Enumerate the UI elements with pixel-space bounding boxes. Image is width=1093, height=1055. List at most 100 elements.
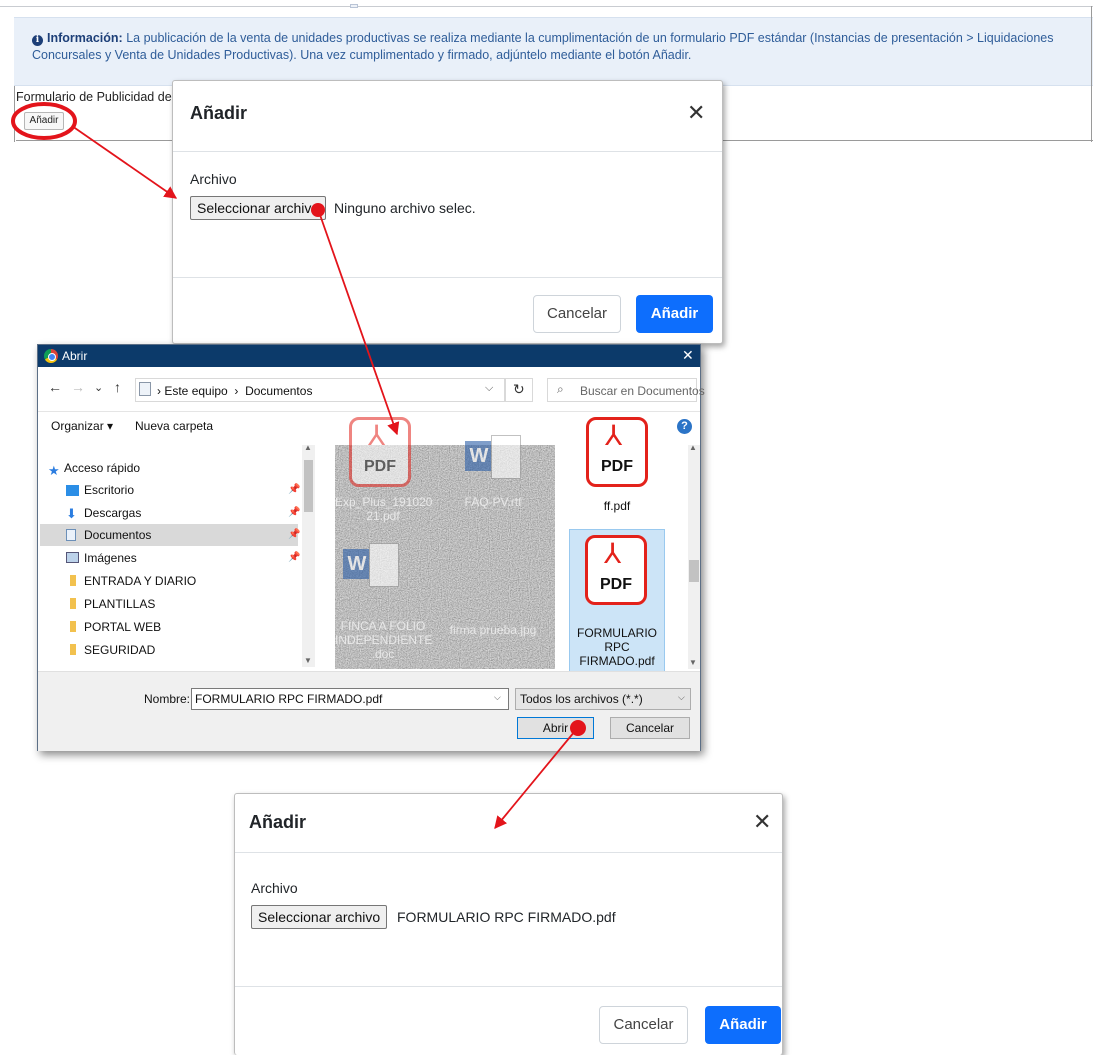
pin-icon[interactable]: 📌 (288, 524, 300, 546)
forward-arrow-icon[interactable]: → (71, 379, 85, 395)
pdf-icon: ⅄ PDF (585, 535, 647, 605)
pc-icon (139, 382, 151, 396)
navigation-pane: ★ Acceso rápido Escritorio 📌 ⬇ Descargas… (38, 441, 313, 667)
chevron-down-icon[interactable]: ⌵ (485, 382, 493, 395)
pdf-icon-label: PDF (600, 576, 632, 593)
info-alert: i Información: La publicación de la venta… (14, 17, 1093, 86)
form-label: Formulario de Publicidad de (16, 90, 172, 104)
file-field-label: Archivo (190, 171, 237, 187)
pdf-icon-label: PDF (364, 458, 396, 475)
add-modal-empty: Añadir ✕ Archivo Seleccionar archivo Nin… (172, 80, 723, 344)
info-icon: i (32, 35, 43, 46)
chrome-icon (44, 349, 58, 363)
cancel-button[interactable]: Cancelar (610, 717, 690, 739)
add-submit-button[interactable]: Añadir (705, 1006, 781, 1044)
chevron-down-icon[interactable]: ⌵ (494, 692, 501, 703)
organize-menu[interactable]: Organizar ▾ (51, 419, 113, 433)
files-scrollbar[interactable] (688, 445, 700, 669)
chevron-down-icon[interactable]: ⌵ (678, 692, 685, 703)
cancel-button[interactable]: Cancelar (533, 295, 621, 333)
modal-divider (235, 852, 782, 853)
open-file-dialog: Abrir ✕ ← → ⌄ ↑ › Este equipo › Document… (37, 344, 705, 751)
sidebar-item-images[interactable]: Imágenes 📌 (40, 547, 300, 569)
file-name-line: FIRMADO.pdf (579, 654, 655, 668)
recent-locations-icon[interactable]: ⌄ (94, 381, 103, 394)
sidebar-item-desktop[interactable]: Escritorio 📌 (40, 479, 300, 501)
sidebar-item-folder[interactable]: SEGURIDAD (40, 639, 298, 661)
add-modal-selected: Añadir ✕ Archivo Seleccionar archivo FOR… (234, 793, 783, 1055)
chevron-up-icon[interactable]: ▲ (304, 443, 312, 452)
download-icon: ⬇ (66, 506, 77, 521)
pin-icon[interactable]: 📌 (288, 479, 300, 501)
sidebar-item-documents[interactable]: Documentos 📌 (40, 524, 300, 546)
modal-title: Añadir (249, 812, 307, 832)
breadcrumb[interactable]: › Este equipo › Documentos (157, 384, 312, 398)
sidebar-item-folder[interactable]: PORTAL WEB (40, 616, 298, 638)
sidebar-item-folder[interactable]: PLANTILLAS (40, 593, 298, 615)
sidebar-item-quick-access[interactable]: ★ Acceso rápido (40, 457, 298, 479)
file-item-selected[interactable]: ⅄ PDF FORMULARIO RPC FIRMADO.pdf (569, 529, 665, 673)
sidebar-item-label: Escritorio (84, 483, 135, 497)
filename-input[interactable]: FORMULARIO RPC FIRMADO.pdf (191, 688, 509, 710)
collapse-handle-icon[interactable] (350, 4, 358, 8)
close-icon[interactable]: ✕ (753, 811, 771, 833)
file-status: FORMULARIO RPC FIRMADO.pdf (397, 909, 616, 925)
breadcrumb-item[interactable]: Documentos (245, 384, 312, 398)
file-name: FINCA A FOLIO INDEPENDIENTE .doc (335, 619, 433, 661)
sidebar-item-label: Documentos (84, 528, 152, 542)
file-field-label: Archivo (251, 880, 298, 896)
back-arrow-icon[interactable]: ← (48, 379, 62, 395)
close-icon[interactable]: ✕ (687, 102, 705, 124)
info-text: La publicación de la venta de unidades p… (32, 31, 1054, 62)
dialog-footer (38, 671, 700, 751)
new-folder-button[interactable]: Nueva carpeta (135, 419, 213, 433)
file-name: FORMULARIO RPC FIRMADO.pdf (570, 626, 664, 668)
table-border (14, 86, 15, 142)
folder-icon (70, 621, 76, 632)
filename-label: Nombre: (144, 692, 191, 706)
add-submit-button[interactable]: Añadir (636, 295, 713, 333)
chevron-down-icon[interactable]: ▼ (689, 658, 697, 667)
pdf-icon: ⅄ PDF (349, 417, 411, 487)
file-name: FAQ-PV.rtf (464, 495, 522, 509)
scrollbar-thumb[interactable] (304, 460, 313, 512)
breadcrumb-item[interactable]: Este equipo (164, 384, 227, 398)
info-label: Información: (47, 31, 123, 45)
close-icon[interactable]: ✕ (682, 347, 694, 364)
modal-divider (173, 277, 722, 278)
sidebar-item-label: Imágenes (84, 551, 137, 565)
modal-divider (235, 986, 782, 987)
chevron-up-icon[interactable]: ▲ (689, 443, 697, 452)
sidebar-item-label: Descargas (84, 506, 142, 520)
documents-icon (66, 529, 76, 541)
modal-title: Añadir (190, 103, 248, 123)
refresh-icon[interactable]: ↻ (513, 381, 525, 398)
scrollbar-thumb[interactable] (689, 560, 699, 582)
chevron-down-icon[interactable]: ▼ (304, 656, 312, 665)
pin-icon[interactable]: 📌 (288, 502, 300, 524)
desktop-icon (66, 485, 79, 496)
word-icon: W (465, 435, 521, 481)
folder-icon (70, 644, 76, 655)
open-button[interactable]: Abrir (517, 717, 594, 739)
cancel-button[interactable]: Cancelar (599, 1006, 688, 1044)
sidebar-item-folder[interactable]: ENTRADA Y DIARIO (40, 570, 298, 592)
help-icon[interactable]: ? (677, 419, 692, 434)
file-type-select[interactable]: Todos los archivos (*.*) (515, 688, 691, 710)
pdf-icon-label: PDF (601, 458, 633, 475)
sidebar-item-label: PORTAL WEB (84, 620, 162, 634)
page-border (0, 6, 1093, 7)
file-name-line: FORMULARIO (576, 626, 657, 640)
dialog-titlebar: Abrir ✕ (38, 345, 700, 367)
images-icon (66, 552, 79, 563)
up-arrow-icon[interactable]: ↑ (114, 379, 121, 395)
add-button[interactable]: Añadir (24, 112, 64, 130)
select-file-button[interactable]: Seleccionar archivo (251, 905, 388, 929)
select-file-button[interactable]: Seleccionar archivo (190, 196, 327, 220)
file-status: Ninguno archivo selec. (334, 200, 476, 216)
sidebar-item-label: ENTRADA Y DIARIO (84, 574, 197, 588)
file-name: ff.pdf (603, 499, 631, 513)
sidebar-item-downloads[interactable]: ⬇ Descargas 📌 (40, 502, 300, 524)
pin-icon[interactable]: 📌 (288, 547, 300, 569)
sidebar-item-label: SEGURIDAD (84, 643, 156, 657)
